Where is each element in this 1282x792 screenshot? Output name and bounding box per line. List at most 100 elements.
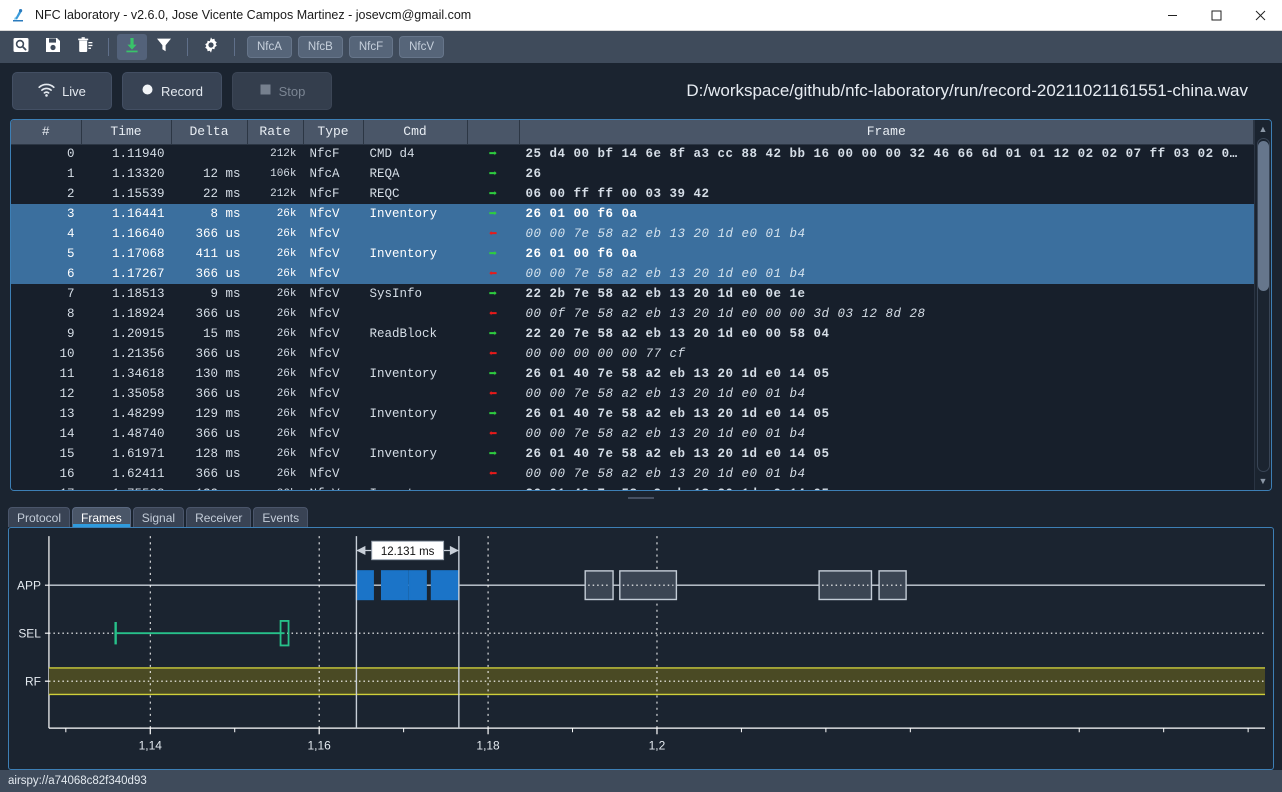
tab-protocol[interactable]: Protocol	[8, 507, 71, 527]
direction-rx-icon: ⬅	[467, 384, 519, 404]
column-header-rate[interactable]: Rate	[247, 120, 304, 145]
search-file-icon	[12, 36, 30, 59]
measure-arrow-left-icon	[356, 545, 366, 556]
cell-delta	[171, 144, 247, 164]
column-header-type[interactable]: Type	[303, 120, 364, 145]
table-row[interactable]: 8 1.18924 366 us 26k NfcV ⬅ 00 0f 7e 58 a2 eb …	[11, 304, 1254, 324]
protocol-tag-nfca[interactable]: NfcA	[247, 36, 292, 58]
table-row[interactable]: 9 1.20915 15 ms 26k NfcV ReadBlock ➡ 22 20 7e 5…	[11, 324, 1254, 344]
table-row[interactable]: 2 1.15539 22 ms 212k NfcF REQC ➡ 06 00 ff ff 00…	[11, 184, 1254, 204]
filter-button[interactable]	[149, 34, 179, 60]
cell-rate: 26k	[247, 484, 303, 490]
view-tab-bar: Protocol Frames Signal Receiver Events	[0, 505, 1282, 527]
table-row[interactable]: 15 1.61971 128 ms 26k NfcV Inventory ➡ 26 01 40…	[11, 444, 1254, 464]
cell-index: 13	[59, 407, 75, 421]
table-row[interactable]: 4 1.16640 366 us 26k NfcV ⬅ 00 00 7e 58 a2 eb …	[11, 224, 1254, 244]
panel-splitter[interactable]	[0, 491, 1282, 505]
arrow-icon: ➡	[488, 146, 498, 163]
cell-index: 8	[66, 307, 75, 321]
cell-frame-data: 00 00 7e 58 a2 eb 13 20 1d e0 01 b4	[525, 387, 806, 401]
table-row[interactable]: 16 1.62411 366 us 26k NfcV ⬅ 00 00 7e 58 a2 eb…	[11, 464, 1254, 484]
table-row[interactable]: 12 1.35058 366 us 26k NfcV ⬅ 00 00 7e 58 a2 eb…	[11, 384, 1254, 404]
cell-index: 3	[66, 207, 75, 221]
table-row[interactable]: 171.75588132 ms26kNfcVInventory ➡ 26 01 40…	[11, 484, 1254, 490]
settings-button[interactable]	[196, 34, 226, 60]
direction-rx-icon: ⬅	[467, 464, 519, 484]
cell-frame-data: 26 01 00 f6 0a	[525, 207, 638, 221]
table-row[interactable]: 13 1.48299 129 ms 26k NfcV Inventory ➡ 26 01 40…	[11, 404, 1254, 424]
table-row[interactable]: 14 1.48740 366 us 26k NfcV ⬅ 00 00 7e 58 a2 eb…	[11, 424, 1254, 444]
column-header-cmd[interactable]: Cmd	[363, 120, 468, 145]
cell-command	[363, 264, 467, 284]
record-label: Record	[161, 83, 203, 99]
column-header-time[interactable]: Time	[81, 120, 172, 145]
scroll-down-arrow-icon[interactable]: ▼	[1259, 474, 1268, 488]
table-row[interactable]: 10 1.21356 366 us 26k NfcV ⬅ 00 00 00 00 00 77…	[11, 344, 1254, 364]
cell-index: 16	[59, 467, 75, 481]
arrow-icon: ➡	[488, 446, 498, 463]
cell-index: 15	[59, 447, 75, 461]
tab-receiver[interactable]: Receiver	[186, 507, 252, 527]
table-row[interactable]: 6 1.17267 366 us 26k NfcV ⬅ 00 00 7e 58 a2 eb …	[11, 264, 1254, 284]
column-header-direction[interactable]	[467, 120, 520, 145]
protocol-tag-nfcv[interactable]: NfcV	[399, 36, 445, 58]
timeline-chart[interactable]: 12.131 ms APP SEL RF 1,14 1,16 1,18 1,2	[9, 528, 1273, 769]
table-row[interactable]: 7 1.18513 9 ms 26k NfcV SysInfo ➡ 22 2b 7e 58 a…	[11, 284, 1254, 304]
column-header-index[interactable]: #	[11, 120, 82, 145]
cell-type: NfcV	[309, 247, 340, 261]
measure-arrow-right-icon	[449, 545, 459, 556]
protocol-tag-nfcf[interactable]: NfcF	[348, 36, 394, 58]
table-row[interactable]: 3 1.16441 8 ms 26k NfcV Inventory ➡ 26 01 00 f6…	[11, 204, 1254, 224]
frame-block-2[interactable]	[408, 570, 427, 601]
frame-block-0[interactable]	[355, 570, 374, 601]
cell-command: Inventory	[363, 484, 467, 490]
scrollbar-track[interactable]	[1256, 138, 1270, 472]
table-row[interactable]: 0 1.11940 212k NfcF CMD d4 ➡ 25 d4 00 bf 14 6e…	[11, 144, 1254, 164]
cell-command: Inventory	[369, 247, 438, 261]
table-row[interactable]: 1 1.13320 12 ms 106k NfcA REQA ➡ 26	[11, 164, 1254, 184]
frame-block-3[interactable]	[430, 570, 460, 601]
frame-block-1[interactable]	[380, 570, 409, 601]
open-file-button[interactable]	[6, 34, 36, 60]
cell-frame-data: 06 00 ff ff 00 03 39 42	[525, 187, 710, 201]
cell-index: 5	[66, 247, 75, 261]
tab-events[interactable]: Events	[253, 507, 309, 527]
cell-command	[363, 344, 467, 364]
clear-button[interactable]	[70, 34, 100, 60]
cell-type: NfcV	[309, 207, 340, 221]
cell-type: NfcV	[309, 287, 340, 301]
download-button[interactable]	[117, 34, 147, 60]
cell-command	[363, 384, 467, 404]
column-header-delta[interactable]: Delta	[171, 120, 248, 145]
cell-index: 11	[59, 367, 75, 381]
frame-table-scrollbar[interactable]: ▲ ▼	[1254, 120, 1271, 490]
close-button[interactable]	[1238, 0, 1282, 31]
toolbar-separator-2	[187, 38, 188, 56]
direction-tx-icon: ➡	[467, 444, 519, 464]
cell-rate: 26k	[276, 408, 297, 420]
protocol-tag-nfcb[interactable]: NfcB	[297, 36, 343, 58]
tab-signal[interactable]: Signal	[132, 507, 185, 527]
record-button[interactable]: Record	[122, 72, 222, 110]
cell-frame-data: 22 20 7e 58 a2 eb 13 20 1d e0 00 58 04	[525, 327, 830, 341]
stop-button[interactable]: Stop	[232, 72, 332, 110]
maximize-button[interactable]	[1194, 0, 1238, 31]
cell-type: NfcV	[309, 427, 340, 441]
arrow-icon: ➡	[488, 186, 498, 203]
cell-command	[363, 224, 467, 244]
column-header-frame[interactable]: Frame	[519, 120, 1254, 145]
tab-frames[interactable]: Frames	[72, 507, 131, 527]
live-button[interactable]: Live	[12, 72, 112, 110]
minimize-button[interactable]	[1150, 0, 1194, 31]
scrollbar-thumb[interactable]	[1257, 141, 1269, 291]
table-row[interactable]: 11 1.34618 130 ms 26k NfcV Inventory ➡ 26 01 40…	[11, 364, 1254, 384]
frame-table-scroll-area[interactable]: # Time Delta Rate Type Cmd Frame 0 1.1194…	[11, 120, 1254, 490]
scroll-up-arrow-icon[interactable]: ▲	[1259, 122, 1268, 136]
trash-icon	[76, 36, 94, 59]
cell-delta: 366 us	[195, 347, 241, 361]
timeline-chart-panel[interactable]: 12.131 ms APP SEL RF 1,14 1,16 1,18 1,2	[8, 527, 1274, 770]
frame-table-header: # Time Delta Rate Type Cmd Frame	[11, 120, 1254, 145]
cell-time: 1.20915	[111, 327, 165, 341]
save-button[interactable]	[38, 34, 68, 60]
table-row[interactable]: 5 1.17068 411 us 26k NfcV Inventory ➡ 26 01 00 …	[11, 244, 1254, 264]
